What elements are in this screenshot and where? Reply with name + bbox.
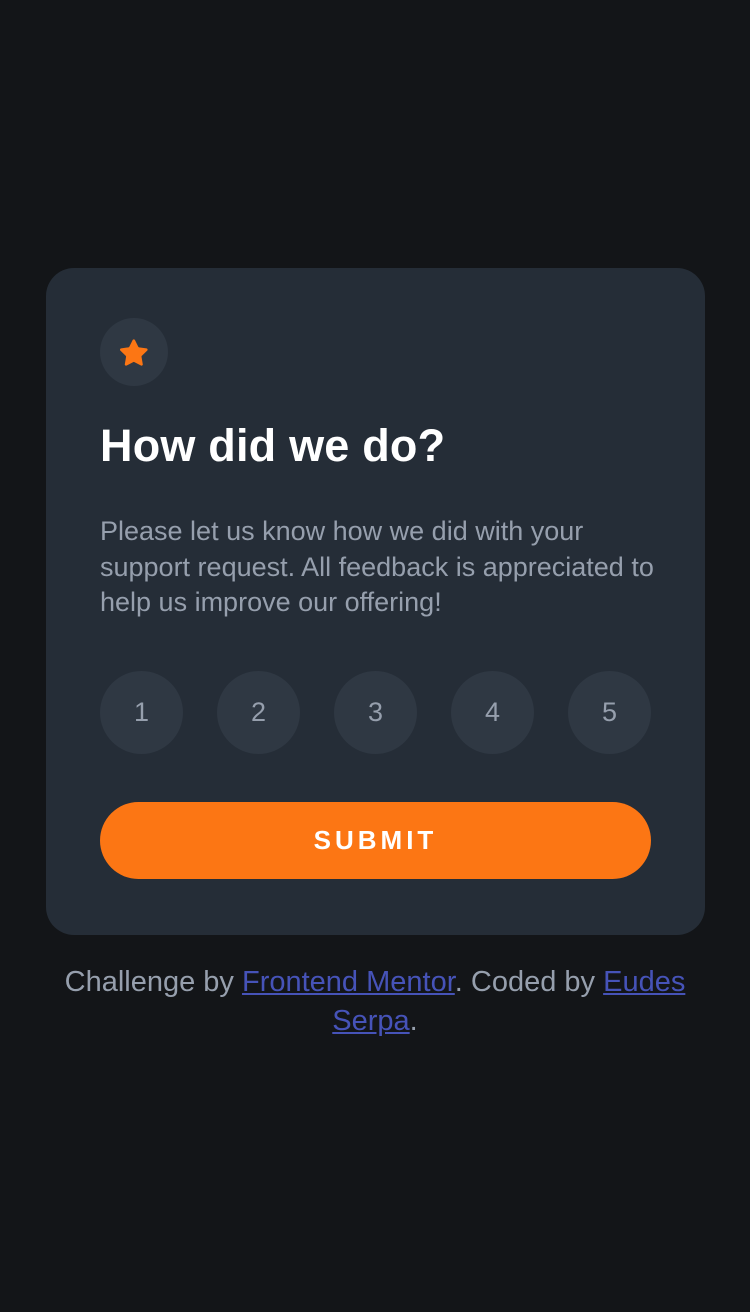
card-title: How did we do? [100,420,446,471]
attribution-middle: . Coded by [454,966,604,998]
submit-button[interactable]: SUBMIT [100,801,651,879]
attribution-prefix: Challenge by [64,966,242,998]
frontend-mentor-link[interactable]: Frontend Mentor [242,966,455,998]
rating-button-2[interactable]: 2 [217,670,300,754]
attribution-suffix: . [409,1005,418,1037]
rating-button-1[interactable]: 1 [100,670,183,754]
rating-card: How did we do? Please let us know how we… [46,268,705,935]
rating-button-4[interactable]: 4 [451,670,534,754]
rating-button-5[interactable]: 5 [568,670,651,754]
attribution: Challenge by Frontend Mentor. Coded by E… [40,963,710,1041]
rating-button-3[interactable]: 3 [334,670,417,754]
rating-options: 1 2 3 4 5 [100,670,651,754]
star-badge [100,318,168,386]
card-description: Please let us know how we did with your … [100,516,654,617]
star-icon [120,338,148,366]
